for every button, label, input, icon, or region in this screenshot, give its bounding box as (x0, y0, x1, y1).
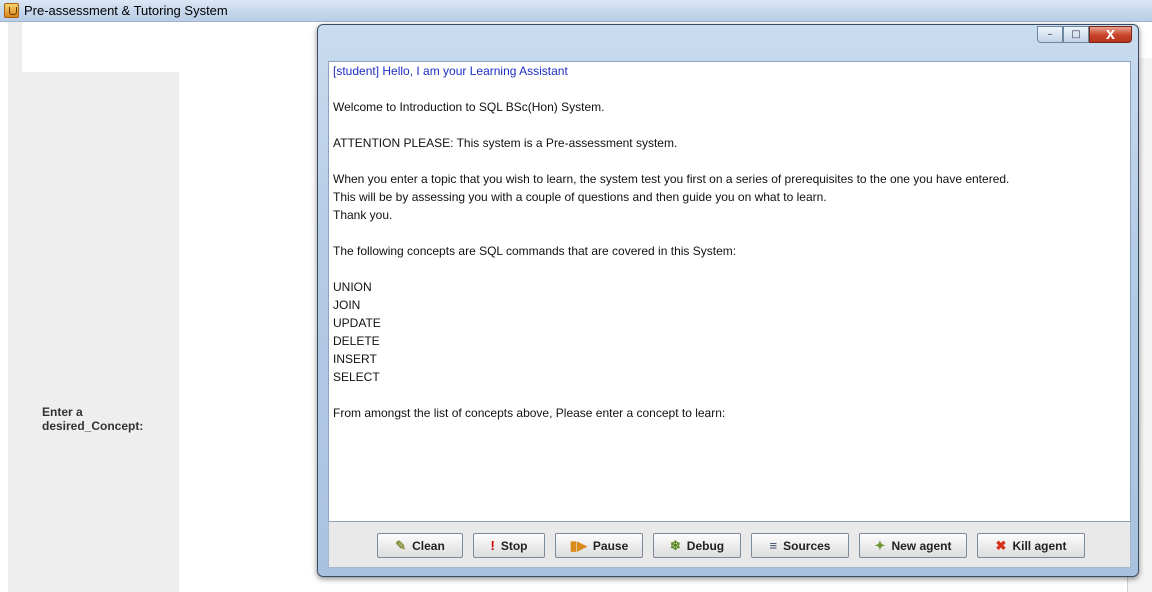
new-agent-label: New agent (891, 538, 952, 553)
pause-play-icon: ▮▶ (569, 538, 587, 553)
pause-button[interactable]: ▮▶ Pause (555, 533, 643, 558)
console-line: ATTENTION PLEASE: This system is a Pre-a… (333, 136, 678, 150)
stop-button[interactable]: ! Stop (473, 533, 545, 558)
console-line: DELETE (333, 334, 380, 348)
console-line: Thank you. (333, 208, 393, 222)
console-line: JOIN (333, 298, 361, 312)
exclamation-icon: ! (490, 538, 495, 553)
console-line: UNION (333, 280, 372, 294)
console-line: This will be by assessing you with a cou… (333, 190, 827, 204)
console-line: When you enter a topic that you wish to … (333, 172, 1010, 186)
console-line: [student] Hello, I am your Learning Assi… (333, 64, 568, 78)
window-controls: – □ X (1037, 26, 1132, 43)
console-line: SELECT (333, 370, 380, 384)
agent-toolbar: ✎ Clean ! Stop ▮▶ Pause ❄ Debug ≡ Source… (328, 522, 1131, 568)
clean-label: Clean (412, 538, 445, 553)
console-line: From amongst the list of concepts above,… (333, 406, 726, 420)
concept-label: Enter a desired_Concept: (42, 405, 144, 433)
kill-agent-button[interactable]: ✖ Kill agent (977, 533, 1085, 558)
minimize-button[interactable]: – (1037, 26, 1063, 43)
bug-icon: ❄ (669, 538, 681, 553)
console-line: INSERT (333, 352, 377, 366)
main-titlebar: Pre-assessment & Tutoring System (0, 0, 1152, 22)
debug-button[interactable]: ❄ Debug (653, 533, 741, 558)
console-line: Welcome to Introduction to SQL BSc(Hon) … (333, 100, 605, 114)
eraser-icon: ✎ (395, 538, 407, 553)
left-panel: Enter a desired_Concept: (8, 22, 179, 592)
new-agent-icon: ✦ (874, 538, 886, 553)
list-icon: ≡ (769, 538, 778, 553)
pause-label: Pause (592, 538, 629, 553)
clean-button[interactable]: ✎ Clean (377, 533, 463, 558)
kill-x-icon: ✖ (995, 538, 1007, 553)
console-line: UPDATE (333, 316, 381, 330)
console-output[interactable]: [student] Hello, I am your Learning Assi… (328, 61, 1131, 522)
console-line: The following concepts are SQL commands … (333, 244, 737, 258)
sources-label: Sources (783, 538, 831, 553)
kill-agent-label: Kill agent (1012, 538, 1067, 553)
stop-label: Stop (500, 538, 528, 553)
new-agent-button[interactable]: ✦ New agent (859, 533, 967, 558)
java-app-icon (4, 3, 19, 18)
maximize-button[interactable]: □ (1063, 26, 1089, 43)
agent-window: – □ X [student] Hello, I am your Learnin… (317, 24, 1139, 577)
sources-button[interactable]: ≡ Sources (751, 533, 849, 558)
close-button[interactable]: X (1089, 26, 1132, 43)
console-text: [student] Hello, I am your Learning Assi… (333, 64, 1010, 422)
debug-label: Debug (686, 538, 725, 553)
main-window-title: Pre-assessment & Tutoring System (24, 3, 228, 18)
